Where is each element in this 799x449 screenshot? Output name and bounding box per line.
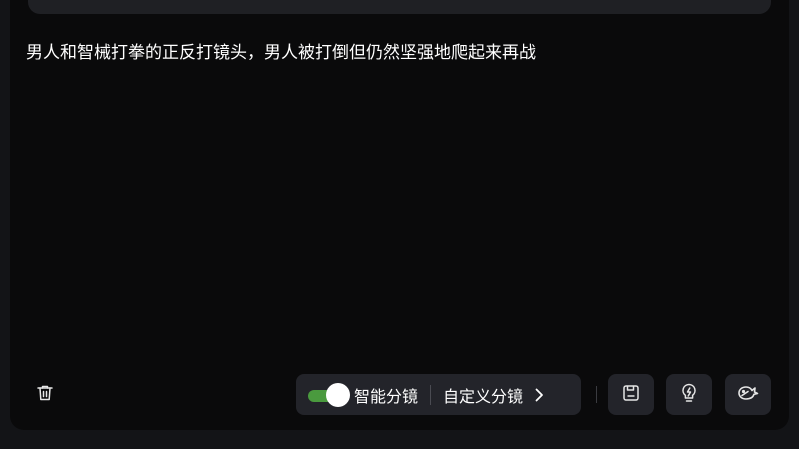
toggle-knob [326,382,350,407]
lightbulb-icon [680,383,698,407]
save-icon [622,384,640,406]
toolbar-separator [596,386,597,403]
chevron-right-icon[interactable] [533,388,545,402]
whale-icon [737,385,759,405]
inspiration-button[interactable] [666,374,712,415]
smart-storyboard-label[interactable]: 智能分镜 [354,383,418,407]
trash-icon [36,384,54,406]
save-button[interactable] [608,374,654,415]
custom-storyboard-button[interactable]: 自定义分镜 [443,383,523,407]
brand-button[interactable] [725,374,771,415]
top-input-bar[interactable] [28,0,771,14]
delete-button[interactable] [30,380,60,410]
prompt-text[interactable]: 男人和智械打拳的正反打镜头，男人被打倒但仍然坚强地爬起来再战 [26,40,536,66]
smart-storyboard-toggle[interactable] [308,382,350,407]
mode-divider [430,384,432,405]
storyboard-mode-group: 智能分镜 自定义分镜 [296,374,581,415]
